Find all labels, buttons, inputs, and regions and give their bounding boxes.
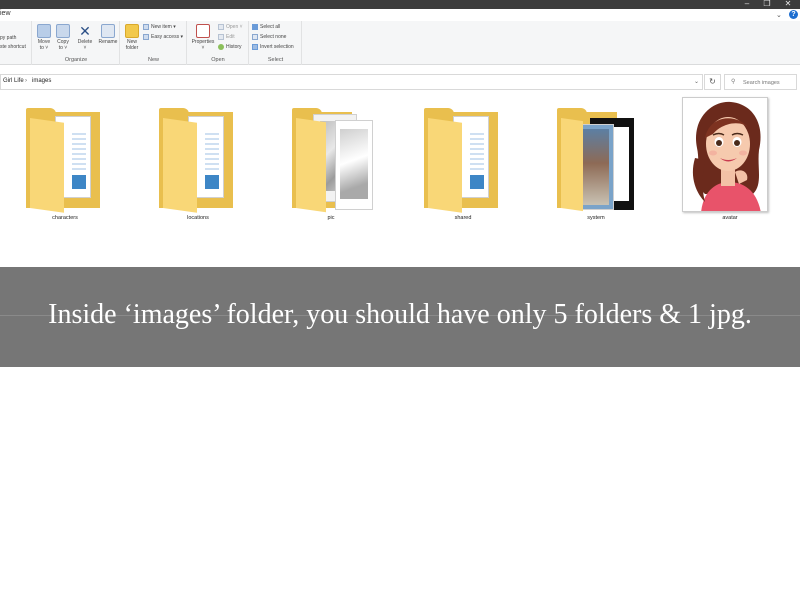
ribbon-collapse-button[interactable]: ⌄	[776, 11, 782, 19]
item-label: system	[587, 215, 605, 221]
invert-selection-label: Invert selection	[260, 44, 294, 50]
properties-sub-label: ˅	[201, 45, 205, 51]
properties-button[interactable]: Properties ˅	[190, 24, 216, 51]
folder-icon	[413, 96, 513, 213]
select-all-button[interactable]: Select all	[252, 24, 280, 30]
folder-icon	[148, 96, 248, 213]
ribbon-tab-row: iew ⌄ ?	[0, 9, 800, 21]
ribbon-group-select: Select all Select none Invert selection …	[250, 21, 302, 65]
open-group-label: Open	[211, 57, 225, 63]
copy-to-button[interactable]: Copy to ˅	[53, 24, 73, 51]
item-label: characters	[52, 215, 78, 221]
new-item-button[interactable]: New item ▾	[143, 24, 176, 30]
folder-characters[interactable]: characters	[15, 96, 115, 226]
new-folder-button[interactable]: New folder	[122, 24, 142, 51]
history-button[interactable]: History	[218, 44, 242, 50]
folder-system[interactable]: system	[546, 96, 646, 226]
copy-path-button[interactable]: py path	[0, 35, 16, 41]
open-icon	[218, 24, 224, 30]
item-label: locations	[187, 215, 209, 221]
invert-selection-icon	[252, 44, 258, 50]
select-none-button[interactable]: Select none	[252, 34, 286, 40]
help-icon[interactable]: ?	[789, 10, 798, 19]
properties-icon	[196, 24, 210, 38]
folder-icon	[15, 96, 115, 213]
ribbon: py path ste shortcut Move to ˅ Copy to ˅…	[0, 21, 800, 65]
rename-label: Rename	[98, 39, 118, 45]
select-all-label: Select all	[260, 24, 281, 30]
delete-sub-label: ˅	[83, 45, 87, 51]
paste-shortcut-label: ste shortcut	[0, 44, 26, 50]
open-button[interactable]: Open ˅	[218, 24, 243, 30]
avatar-image	[682, 97, 768, 212]
tab-view[interactable]: iew	[0, 10, 11, 17]
select-all-icon	[252, 24, 258, 30]
paste-shortcut-button[interactable]: ste shortcut	[0, 44, 26, 50]
refresh-button[interactable]: ↻	[704, 74, 721, 90]
folder-icon	[281, 96, 381, 213]
breadcrumb-girl-life[interactable]: Girl Life	[3, 78, 24, 84]
delete-button[interactable]: ✕ Delete ˅	[75, 24, 95, 51]
new-folder-sub-label: folder	[125, 45, 139, 51]
folder-locations[interactable]: locations	[148, 96, 248, 226]
window-titlebar: – ❐ ✕	[0, 0, 800, 9]
breadcrumb-images[interactable]: images	[32, 78, 51, 84]
delete-icon: ✕	[79, 23, 91, 39]
item-label: shared	[454, 215, 472, 221]
folder-icon	[546, 96, 646, 212]
easy-access-label: Easy access ▾	[151, 34, 183, 40]
edit-icon	[218, 34, 224, 40]
rename-icon	[101, 24, 115, 38]
search-icon: ⚲	[731, 79, 736, 85]
item-label: pic	[327, 215, 335, 221]
breadcrumb-separator[interactable]: ›	[25, 78, 27, 84]
easy-access-icon	[143, 34, 149, 40]
ribbon-group-clipboard: py path ste shortcut	[0, 21, 32, 65]
address-dropdown-icon[interactable]: ⌄	[694, 78, 699, 85]
open-label: Open ˅	[226, 24, 243, 30]
caption-banner: Inside ‘images’ folder, you should have …	[0, 267, 800, 367]
address-bar-row: Girl Life › images ⌄ ↻ ⚲	[0, 74, 800, 92]
avatar-thumbnail	[680, 96, 780, 212]
select-group-label: Select	[267, 57, 284, 63]
search-box[interactable]: ⚲	[724, 74, 797, 90]
rename-button[interactable]: Rename	[96, 24, 120, 45]
select-none-icon	[252, 34, 258, 40]
move-to-sub-label: to ˅	[39, 45, 49, 51]
edit-label: Edit	[226, 34, 235, 40]
new-group-label: New	[147, 57, 159, 63]
minimize-button[interactable]: –	[737, 0, 757, 9]
search-input[interactable]	[743, 78, 795, 87]
copy-path-label: py path	[0, 35, 17, 41]
move-to-icon	[37, 24, 51, 38]
ribbon-group-new: New folder New item ▾ Easy access ▾ New	[121, 21, 187, 65]
folder-pic[interactable]: pic	[281, 96, 381, 226]
history-label: History	[226, 44, 242, 50]
edit-button[interactable]: Edit	[218, 34, 235, 40]
caption-text: Inside ‘images’ folder, you should have …	[48, 299, 752, 330]
ribbon-group-organize: Move to ˅ Copy to ˅ ✕ Delete ˅ Rename Or…	[33, 21, 120, 65]
maximize-button[interactable]: ❐	[757, 0, 777, 9]
invert-selection-button[interactable]: Invert selection	[252, 44, 294, 50]
copy-to-icon	[56, 24, 70, 38]
new-item-label: New item ▾	[151, 24, 176, 30]
item-label: avatar	[722, 215, 738, 221]
new-folder-icon	[125, 24, 139, 38]
history-icon	[218, 44, 224, 50]
easy-access-button[interactable]: Easy access ▾	[143, 34, 183, 40]
address-bar[interactable]: Girl Life › images ⌄	[0, 74, 703, 90]
move-to-button[interactable]: Move to ˅	[34, 24, 54, 51]
organize-group-label: Organize	[64, 57, 88, 63]
select-none-label: Select none	[260, 34, 287, 40]
new-item-icon	[143, 24, 149, 30]
close-button[interactable]: ✕	[778, 0, 798, 9]
file-avatar-jpg[interactable]: avatar	[680, 96, 780, 226]
copy-to-sub-label: to ˅	[58, 45, 68, 51]
avatar-illustration	[683, 98, 767, 211]
folder-shared[interactable]: shared	[413, 96, 513, 226]
ribbon-group-open: Properties ˅ Open ˅ Edit History Open	[188, 21, 249, 65]
